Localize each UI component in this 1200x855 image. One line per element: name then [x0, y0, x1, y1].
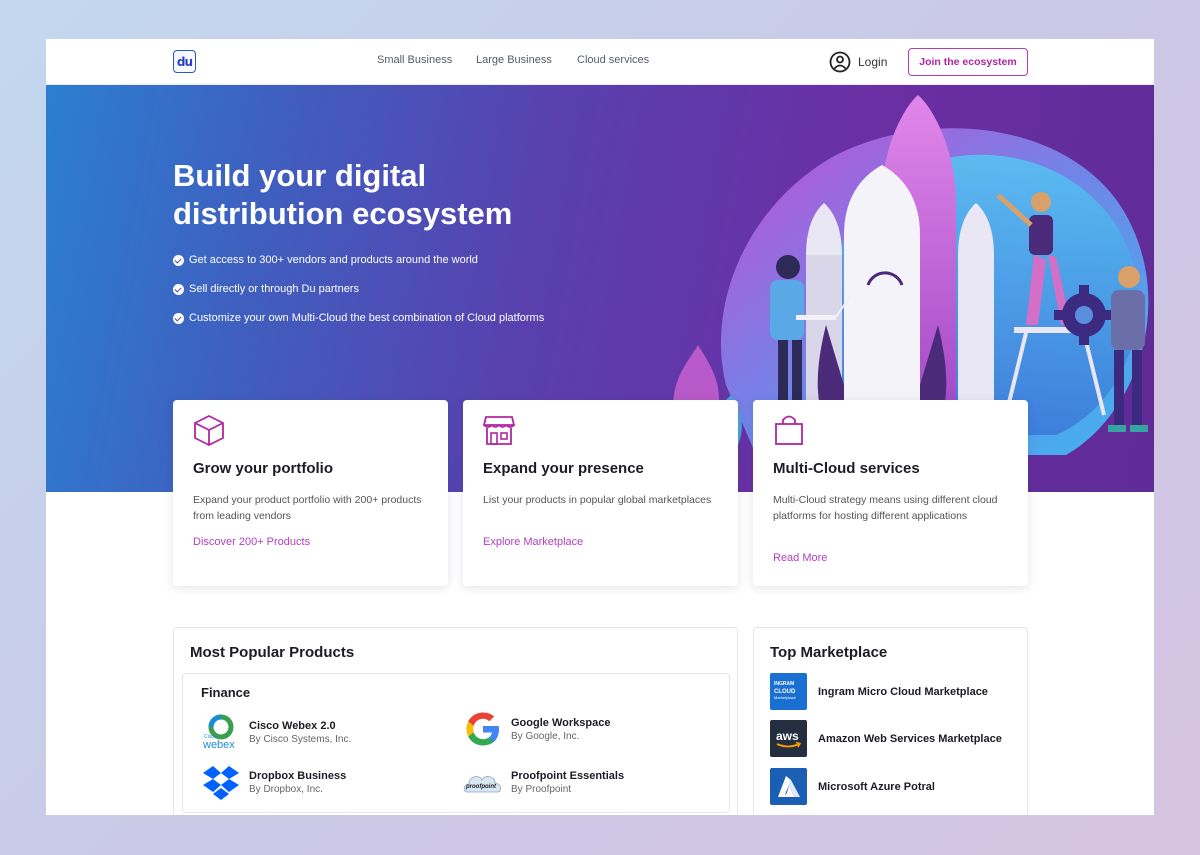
- card-grow-portfolio: Grow your portfolio Expand your product …: [173, 400, 448, 586]
- hero-title-line2: distribution ecosystem: [173, 196, 513, 231]
- user-circle-icon: [829, 51, 851, 73]
- product-item-google-workspace[interactable]: Google Workspace By Google, Inc.: [463, 709, 610, 749]
- check-circle-icon: [173, 313, 184, 324]
- hero-bullet: Customize your own Multi-Cloud the best …: [173, 312, 544, 341]
- proofpoint-logo-text: proofpoint: [465, 784, 497, 790]
- ingram-cloud-logo: INGRAM CLOUD Marketplace: [770, 673, 807, 710]
- marketplace-item-ingram[interactable]: INGRAM CLOUD Marketplace Ingram Micro Cl…: [770, 673, 988, 710]
- panel-title: Top Marketplace: [770, 644, 888, 661]
- marketplace-name: Microsoft Azure Potral: [818, 780, 935, 793]
- marketplace-item-azure[interactable]: Microsoft Azure Potral: [770, 768, 935, 805]
- nav-large-business[interactable]: Large Business: [476, 54, 552, 66]
- read-more-link[interactable]: Read More: [773, 552, 827, 564]
- discover-products-link[interactable]: Discover 200+ Products: [193, 536, 310, 548]
- du-logo-text: du: [176, 54, 193, 69]
- card-multi-cloud: Multi-Cloud services Multi-Cloud strateg…: [753, 400, 1028, 586]
- card-text: List your products in popular global mar…: [483, 494, 712, 506]
- top-navbar: du Small Business Large Business Cloud s…: [46, 39, 1154, 85]
- product-vendor: By Proofpoint: [511, 783, 572, 795]
- product-name: Proofpoint Essentials: [511, 769, 625, 782]
- product-item-dropbox[interactable]: Dropbox Business By Dropbox, Inc.: [201, 762, 346, 802]
- ingram-logo-subtext: Marketplace: [774, 695, 797, 700]
- google-logo: [463, 709, 503, 749]
- product-vendor: By Google, Inc.: [511, 730, 580, 742]
- du-logo[interactable]: du: [173, 50, 196, 73]
- hero-title-line1: Build your digital: [173, 158, 427, 193]
- check-circle-icon: [173, 255, 184, 266]
- aws-logo: aws: [770, 720, 807, 757]
- ingram-logo-brand: INGRAM: [774, 681, 794, 687]
- hero-title: Build your digital distribution ecosyste…: [173, 157, 593, 233]
- card-text: Expand your product portfolio with 200+ …: [193, 494, 422, 522]
- box-icon: [194, 414, 224, 447]
- most-popular-products-panel: Most Popular Products Finance Cisco webe…: [173, 627, 738, 815]
- login-link[interactable]: Login: [829, 51, 887, 73]
- login-label: Login: [858, 55, 888, 69]
- card-expand-presence: Expand your presence List your products …: [463, 400, 738, 586]
- webex-logo-text: webex: [202, 739, 235, 751]
- hero-bullet: Sell directly or through Du partners: [173, 283, 544, 312]
- card-title: Multi-Cloud services: [773, 460, 920, 477]
- nav-cloud-services[interactable]: Cloud services: [577, 54, 649, 66]
- marketplace-item-aws[interactable]: aws Amazon Web Services Marketplace: [770, 720, 1002, 757]
- product-item-webex[interactable]: Cisco webex Cisco Webex 2.0 By Cisco Sys…: [201, 712, 351, 752]
- explore-marketplace-link[interactable]: Explore Marketplace: [483, 536, 583, 548]
- hero-bullet-list: Get access to 300+ vendors and products …: [173, 254, 544, 341]
- finance-category: Finance Cisco webex Cisco Webex 2.0 By C…: [182, 673, 730, 813]
- hero-bullet-text: Sell directly or through Du partners: [189, 283, 359, 295]
- proofpoint-logo: proofpoint: [463, 762, 503, 802]
- product-vendor: By Cisco Systems, Inc.: [249, 733, 352, 745]
- nav-small-business[interactable]: Small Business: [377, 54, 452, 66]
- hero-bullet: Get access to 300+ vendors and products …: [173, 254, 544, 283]
- aws-logo-text: aws: [776, 729, 799, 743]
- card-title: Expand your presence: [483, 460, 644, 477]
- webex-logo: Cisco webex: [201, 712, 241, 752]
- card-text: Multi-Cloud strategy means using differe…: [773, 494, 998, 522]
- product-name: Dropbox Business: [249, 769, 347, 782]
- check-circle-icon: [173, 284, 184, 295]
- marketplace-name: Amazon Web Services Marketplace: [818, 732, 1002, 745]
- product-item-proofpoint[interactable]: proofpoint Proofpoint Essentials By Proo…: [463, 762, 624, 802]
- page-frame: du Small Business Large Business Cloud s…: [46, 39, 1154, 815]
- hero-bullet-text: Customize your own Multi-Cloud the best …: [189, 312, 545, 324]
- azure-logo: [770, 768, 807, 805]
- marketplace-name: Ingram Micro Cloud Marketplace: [818, 685, 988, 698]
- shopping-bag-icon: [775, 415, 803, 445]
- product-name: Google Workspace: [511, 716, 611, 729]
- store-icon: [482, 416, 516, 445]
- hero-bullet-text: Get access to 300+ vendors and products …: [189, 254, 478, 266]
- product-name: Cisco Webex 2.0: [249, 719, 336, 732]
- top-marketplace-panel: Top Marketplace INGRAM CLOUD Marketplace…: [753, 627, 1028, 815]
- product-vendor: By Dropbox, Inc.: [249, 783, 323, 795]
- panel-title: Most Popular Products: [190, 644, 355, 661]
- join-ecosystem-button[interactable]: Join the ecosystem: [908, 48, 1028, 76]
- card-title: Grow your portfolio: [193, 460, 333, 477]
- category-title: Finance: [201, 685, 251, 700]
- dropbox-logo: [201, 762, 241, 802]
